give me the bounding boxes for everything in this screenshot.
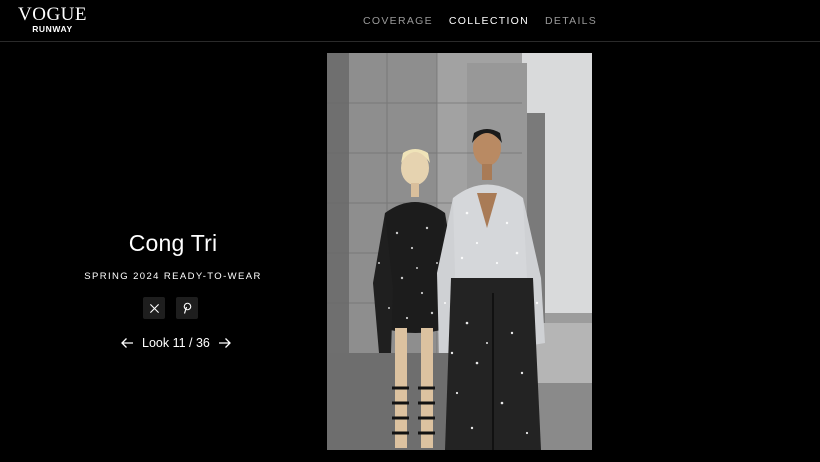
main-nav: COVERAGE COLLECTION DETAILS <box>363 15 597 27</box>
show-info: Cong Tri SPRING 2024 READY-TO-WEAR <box>60 230 286 282</box>
runway-photo-illustration <box>327 53 592 450</box>
designer-name: Cong Tri <box>128 230 218 256</box>
share-pinterest-button[interactable] <box>176 297 198 319</box>
season-label: SPRING 2024 READY-TO-WEAR <box>84 271 262 282</box>
logo-wordmark: VOGUE <box>18 4 87 25</box>
next-look-icon[interactable] <box>218 336 232 350</box>
share-x-button[interactable] <box>143 297 165 319</box>
tab-details[interactable]: DETAILS <box>545 15 597 27</box>
logo-subtitle: RUNWAY <box>32 24 73 34</box>
look-pager: Look 11 / 36 <box>120 336 232 350</box>
runway-look-photo[interactable] <box>327 53 592 450</box>
pinterest-icon <box>183 302 192 314</box>
previous-look-icon[interactable] <box>120 336 134 350</box>
tab-coverage[interactable]: COVERAGE <box>363 15 433 27</box>
look-counter: Look 11 / 36 <box>142 336 210 350</box>
share-buttons <box>143 297 198 319</box>
top-bar: VOGUE RUNWAY COVERAGE COLLECTION DETAILS <box>0 0 820 42</box>
vogue-runway-logo[interactable]: VOGUE RUNWAY <box>18 5 87 34</box>
tab-collection[interactable]: COLLECTION <box>449 15 529 27</box>
x-twitter-icon <box>149 303 159 313</box>
